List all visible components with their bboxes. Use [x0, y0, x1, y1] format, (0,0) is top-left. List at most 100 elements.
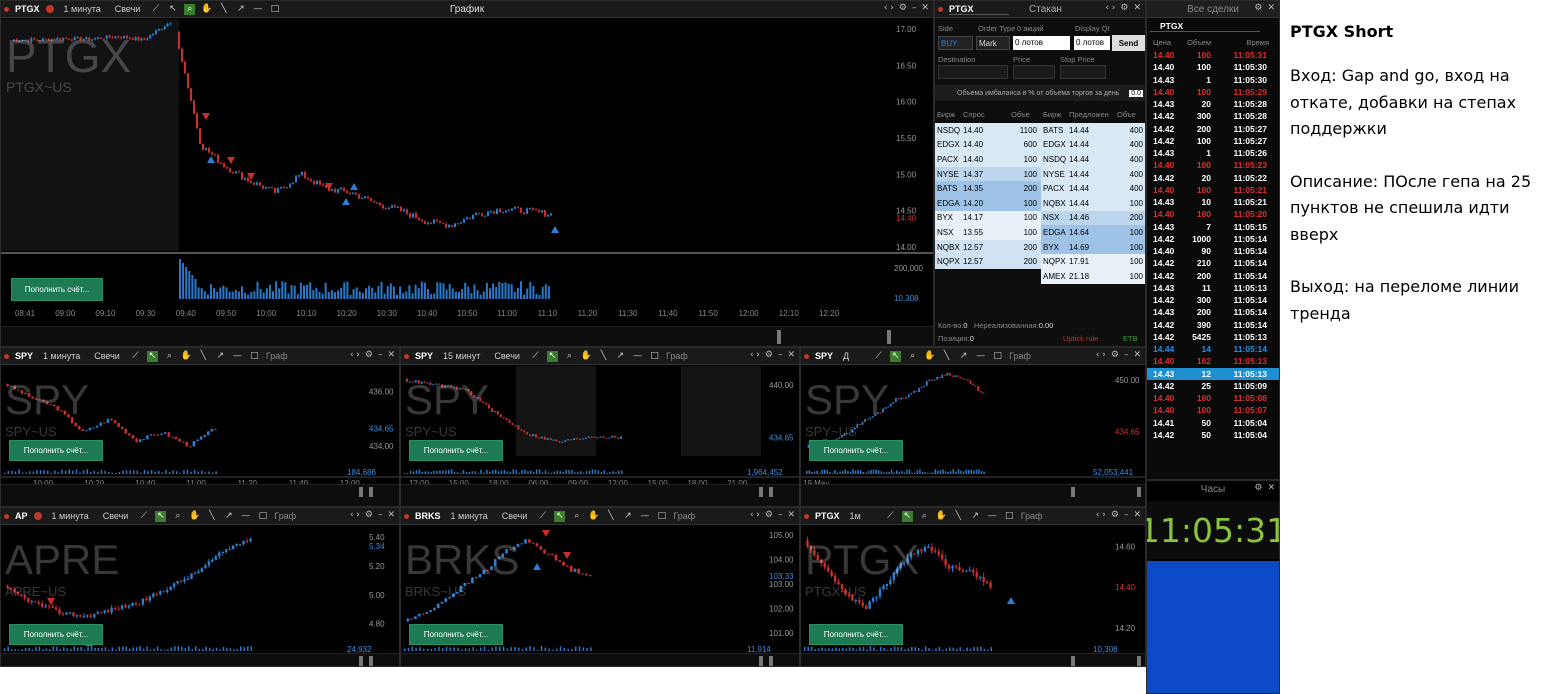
rect-icon[interactable]: □ — [249, 351, 260, 362]
gear-icon[interactable]: ⚙ — [365, 510, 373, 520]
trade-row[interactable]: 14.40 100 11:05:20 — [1147, 208, 1279, 220]
trade-row[interactable]: 14.40 100 11:05:23 — [1147, 159, 1279, 171]
bid-row[interactable]: NSDQ 14.40 1100 — [935, 123, 1041, 138]
arrows-icon[interactable]: ‹ › — [750, 350, 760, 360]
scroll-handle-left[interactable] — [759, 656, 763, 666]
order-type-select[interactable]: Mark — [976, 36, 1010, 50]
chart-scrollbar[interactable] — [801, 484, 1145, 506]
cursor-icon[interactable]: ↖ — [146, 350, 158, 362]
hline-icon[interactable]: — — [632, 351, 643, 362]
close-icon[interactable]: ✕ — [787, 510, 795, 520]
bid-row[interactable]: BYX 14.17 100 — [935, 210, 1041, 226]
ask-row[interactable]: PACX 14.44 400 — [1041, 181, 1145, 196]
arrow-icon[interactable]: ↗ — [615, 351, 626, 362]
symbol-field[interactable]: SPY — [415, 351, 433, 361]
bid-row[interactable]: NQBX 12.57 200 — [935, 239, 1041, 255]
bid-row[interactable]: NSX 13.55 100 — [935, 225, 1041, 240]
close-icon[interactable]: ✕ — [387, 350, 395, 360]
arrow-icon[interactable]: ↗ — [970, 511, 981, 522]
ask-row[interactable]: BYX 14.69 100 — [1041, 239, 1145, 255]
hline-icon[interactable]: — — [975, 351, 986, 362]
ask-row[interactable]: EDGX 14.44 400 — [1041, 137, 1145, 153]
hline-icon[interactable]: — — [232, 351, 243, 362]
ask-row[interactable]: NQPX 17.91 100 — [1041, 254, 1145, 269]
rect-icon[interactable]: □ — [649, 351, 660, 362]
interval-select[interactable]: 1 минута — [39, 351, 84, 361]
chart-type-select[interactable]: Свечи — [490, 351, 524, 361]
line-icon[interactable]: ╲ — [605, 511, 616, 522]
minimize-icon[interactable]: – — [778, 510, 783, 520]
link-dot-icon[interactable] — [4, 6, 9, 12]
display-qty-input[interactable]: 0 лотов — [1074, 36, 1110, 50]
trade-row[interactable]: 14.42 5425 11:05:13 — [1147, 331, 1279, 343]
scroll-handle-left[interactable] — [359, 656, 363, 666]
trade-row[interactable]: 14.40 90 11:05:14 — [1147, 245, 1279, 257]
trade-row[interactable]: 14.40 100 11:05:31 — [1147, 49, 1279, 61]
symbol-field[interactable]: PTGX — [15, 4, 40, 14]
stop-price-input[interactable] — [1060, 65, 1106, 79]
hline-icon[interactable]: — — [639, 511, 650, 522]
zoom-icon[interactable]: ⌕ — [184, 3, 196, 15]
ask-row[interactable]: NYSE 14.44 400 — [1041, 166, 1145, 182]
top-up-button[interactable]: Пополнить счёт... — [9, 624, 103, 645]
destination-select[interactable] — [938, 65, 1008, 79]
hline-icon[interactable]: — — [240, 511, 251, 522]
arrow-icon[interactable]: ↗ — [215, 351, 226, 362]
scroll-handle-right[interactable] — [1137, 487, 1141, 497]
ask-row[interactable]: NSDQ 14.44 400 — [1041, 152, 1145, 167]
scroll-handle-right[interactable] — [1137, 656, 1141, 666]
line-icon[interactable]: ╲ — [218, 4, 229, 15]
gear-icon[interactable]: ⚙ — [365, 350, 373, 360]
line-icon[interactable]: ╲ — [598, 351, 609, 362]
minimize-icon[interactable]: – — [912, 3, 917, 13]
close-icon[interactable]: ✕ — [1133, 510, 1141, 520]
link-dot-icon[interactable] — [4, 513, 9, 519]
hline-icon[interactable]: — — [987, 511, 998, 522]
gear-icon[interactable]: ⚙ — [899, 3, 907, 13]
trade-row[interactable]: 14.41 50 11:05:04 — [1147, 417, 1279, 429]
top-up-button[interactable]: Пополнить счёт... — [11, 278, 103, 301]
gear-icon[interactable]: ⚙ — [1254, 483, 1262, 493]
trade-row[interactable]: 14.43 11 11:05:13 — [1147, 282, 1279, 294]
trade-row[interactable]: 14.42 210 11:05:14 — [1147, 257, 1279, 269]
time-sales-list[interactable]: 14.40 100 11:05:31 14.40 100 11:05:30 14.43 1 11… — [1147, 49, 1279, 441]
trade-row[interactable]: 14.42 200 11:05:14 — [1147, 270, 1279, 282]
gear-icon[interactable]: ⚙ — [1111, 350, 1119, 360]
minimize-icon[interactable]: – — [378, 350, 383, 360]
ask-row[interactable]: BATS 14.44 400 — [1041, 123, 1145, 138]
bid-row[interactable]: EDGA 14.20 100 — [935, 195, 1041, 211]
top-up-button[interactable]: Пополнить счёт... — [809, 440, 903, 461]
scroll-handle-left[interactable] — [359, 487, 363, 497]
zoom-icon[interactable]: ⌕ — [564, 351, 575, 362]
trade-row[interactable]: 14.42 20 11:05:22 — [1147, 172, 1279, 184]
top-up-button[interactable]: Пополнить счёт... — [809, 624, 903, 645]
scroll-handle-right[interactable] — [887, 330, 891, 344]
interval-select[interactable]: Д — [839, 351, 853, 361]
symbol-field[interactable]: PTGX — [815, 511, 840, 521]
arrows-icon[interactable]: ‹ › — [1105, 3, 1115, 13]
scroll-handle-left[interactable] — [777, 330, 781, 344]
ask-row[interactable]: EDGA 14.64 100 — [1041, 225, 1145, 240]
main-price-chart[interactable]: 17.0016.5016.0015.5015.0014.5014.4014.00… — [1, 19, 933, 331]
bid-row[interactable]: BATS 14.35 200 — [935, 181, 1041, 196]
arrows-icon[interactable]: ‹ › — [1096, 350, 1106, 360]
symbol-field[interactable]: AP — [15, 511, 28, 521]
scroll-handle-left[interactable] — [1071, 656, 1075, 666]
trade-row[interactable]: 14.40 100 11:05:30 — [1147, 61, 1279, 73]
cursor-icon[interactable]: ↖ — [167, 4, 178, 15]
scroll-handle-right[interactable] — [369, 487, 373, 497]
ask-row[interactable]: NSX 14.46 200 — [1041, 210, 1145, 226]
rect-icon[interactable]: □ — [656, 511, 667, 522]
gear-icon[interactable]: ⚙ — [765, 350, 773, 360]
hand-icon[interactable]: ✋ — [588, 511, 599, 522]
hline-icon[interactable]: — — [252, 4, 263, 15]
interval-select[interactable]: 15 минут — [439, 351, 484, 361]
cursor-icon[interactable]: ↖ — [901, 510, 913, 522]
top-up-button[interactable]: Пополнить счёт... — [409, 440, 503, 461]
bid-row[interactable]: PACX 14.40 100 — [935, 152, 1041, 167]
arrows-icon[interactable]: ‹ › — [750, 510, 760, 520]
symbol-field[interactable]: BRKS — [415, 511, 441, 521]
hand-icon[interactable]: ✋ — [936, 511, 947, 522]
interval-select[interactable]: 1 минута — [447, 511, 492, 521]
trade-row[interactable]: 14.40 162 11:05:13 — [1147, 355, 1279, 367]
